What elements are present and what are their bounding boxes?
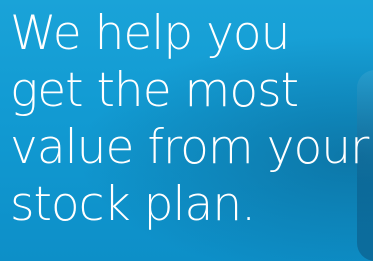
headline-line-3: value from your xyxy=(10,120,369,175)
headline-line-4: stock plan. xyxy=(10,177,256,232)
hero-headline: We help you get the most value from your… xyxy=(10,5,370,233)
hero-banner: We help you get the most value from your… xyxy=(0,0,373,261)
headline-line-1: We help you xyxy=(10,6,290,61)
headline-line-2: get the most xyxy=(10,63,299,118)
